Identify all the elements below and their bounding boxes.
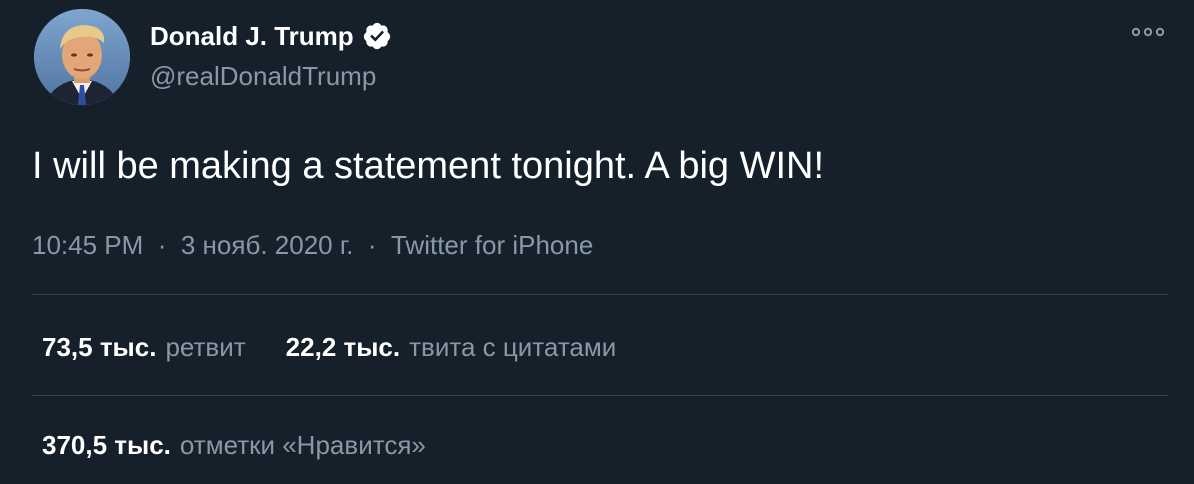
tweet-meta: 10:45 PM · 3 нояб. 2020 г. · Twitter for… (32, 228, 593, 262)
likes-stat[interactable]: 370,5 тыс. отметки «Нравится» (42, 428, 426, 462)
retweets-stat[interactable]: 73,5 тыс. ретвит (42, 330, 246, 364)
likes-label: отметки «Нравится» (179, 430, 426, 460)
meta-separator: · (360, 230, 384, 260)
tweet-date[interactable]: 3 нояб. 2020 г. (181, 230, 354, 260)
more-options-icon[interactable] (1128, 20, 1168, 48)
retweets-label: ретвит (165, 332, 246, 362)
meta-separator: · (150, 230, 174, 260)
verified-badge-icon (362, 21, 392, 51)
quote-tweets-count: 22,2 тыс. (285, 332, 401, 362)
tweet-source[interactable]: Twitter for iPhone (391, 230, 593, 260)
tweet-card: Donald J. Trump @realDonaldTrump I will … (0, 0, 1194, 484)
avatar[interactable] (34, 9, 130, 105)
tweet-text: I will be making a statement tonight. A … (32, 145, 825, 187)
retweets-count: 73,5 тыс. (42, 332, 157, 362)
display-name[interactable]: Donald J. Trump (150, 20, 392, 52)
avatar-image (34, 9, 130, 105)
divider (32, 294, 1168, 295)
quote-tweets-stat[interactable]: 22,2 тыс. твита с цитатами (286, 330, 617, 364)
display-name-text: Donald J. Trump (150, 21, 354, 51)
likes-count: 370,5 тыс. (42, 430, 171, 460)
stats-row: 73,5 тыс. ретвит 22,2 тыс. твита с цитат… (42, 330, 656, 364)
likes-row: 370,5 тыс. отметки «Нравится» (42, 428, 466, 462)
tweet-time[interactable]: 10:45 PM (32, 230, 143, 260)
quote-tweets-label: твита с цитатами (409, 332, 617, 362)
divider (32, 395, 1168, 396)
user-handle[interactable]: @realDonaldTrump (150, 60, 376, 92)
